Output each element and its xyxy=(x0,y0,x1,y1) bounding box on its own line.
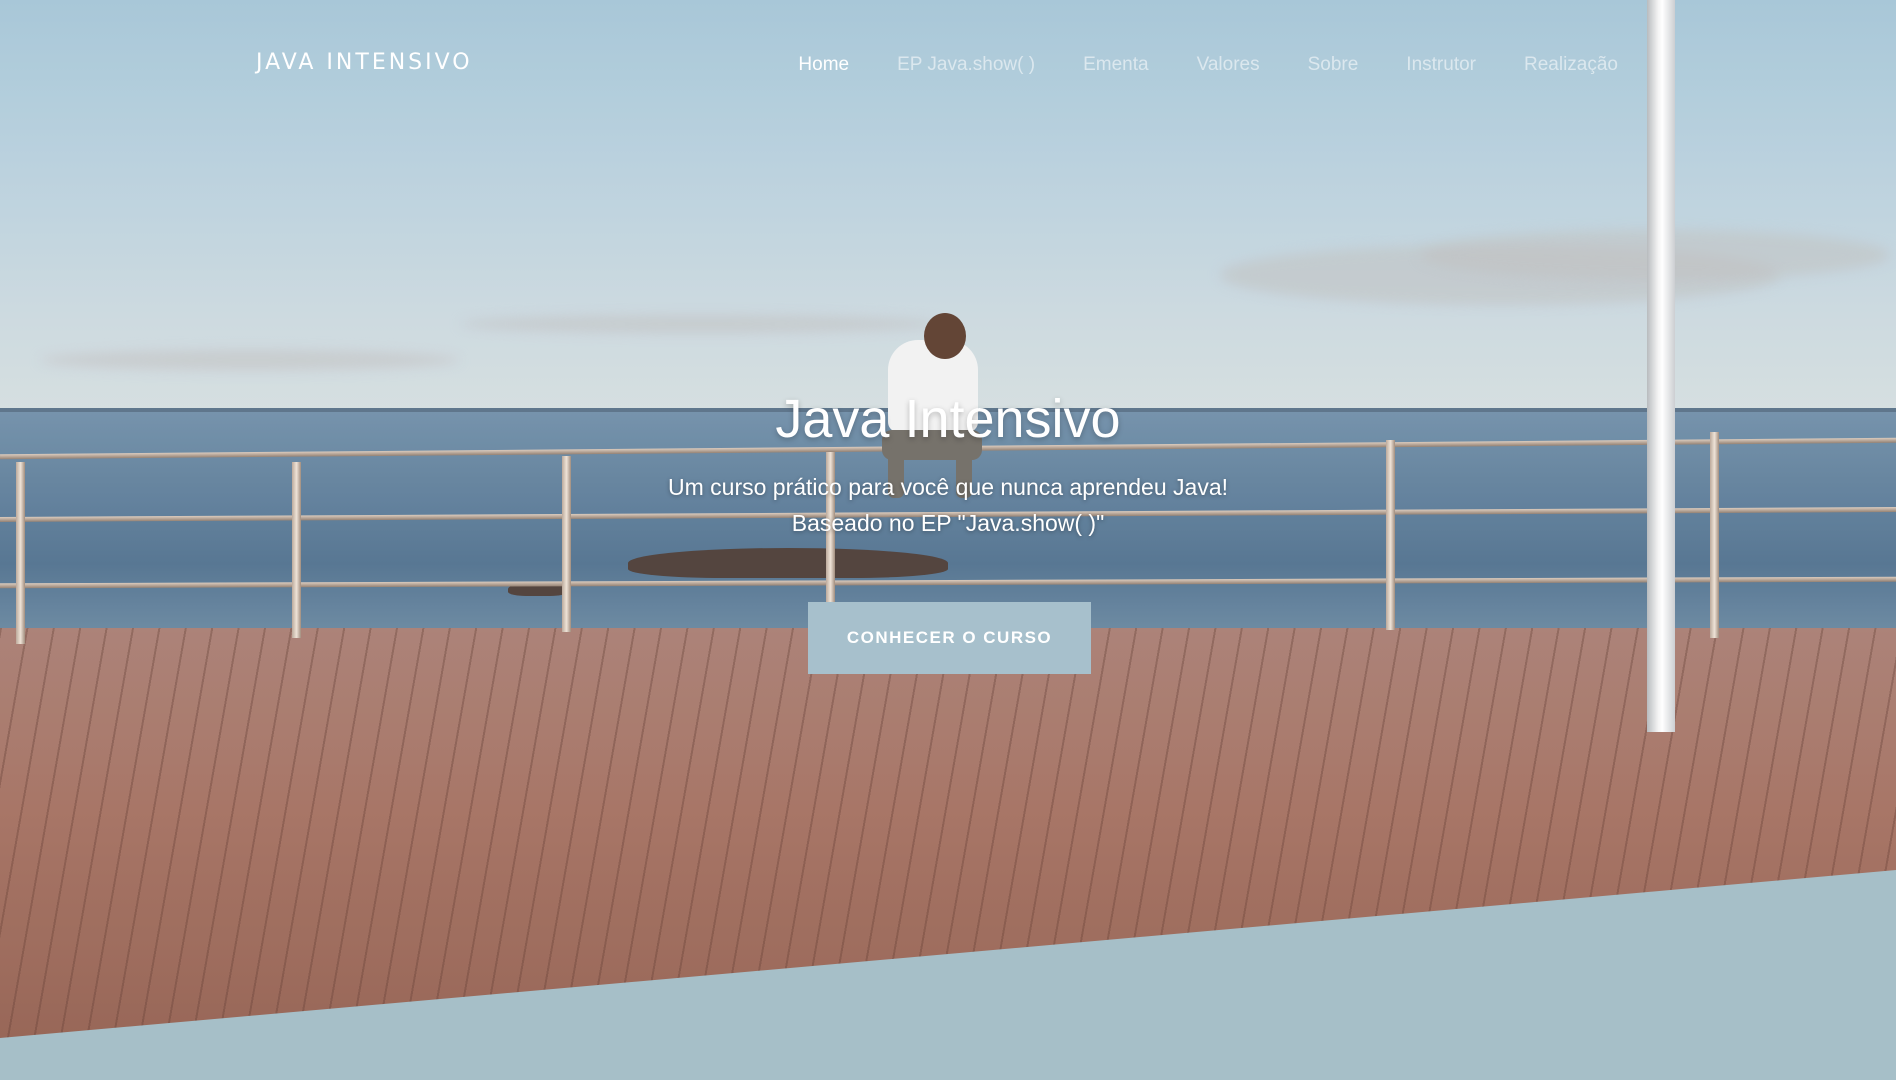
hero-title: Java Intensivo xyxy=(775,389,1121,449)
nav-item-valores[interactable]: Valores xyxy=(1197,54,1260,76)
nav-item-realizacao[interactable]: Realização xyxy=(1524,54,1618,76)
nav-item-ementa[interactable]: Ementa xyxy=(1083,54,1148,76)
nav-item-instrutor[interactable]: Instrutor xyxy=(1406,54,1476,76)
hero-subtitle-line2: Baseado no EP "Java.show( )" xyxy=(791,510,1105,536)
brand-logo[interactable]: JAVA INTENSIVO xyxy=(256,50,473,75)
nav-item-sobre[interactable]: Sobre xyxy=(1308,54,1359,76)
conhecer-curso-button[interactable]: CONHECER O CURSO xyxy=(808,602,1091,674)
nav-item-home[interactable]: Home xyxy=(798,54,849,76)
nav-item-ep-java-show[interactable]: EP Java.show( ) xyxy=(897,54,1035,76)
hero-subtitle-line1: Um curso prático para você que nunca apr… xyxy=(668,474,1228,500)
main-nav: Home EP Java.show( ) Ementa Valores Sobr… xyxy=(750,54,1618,76)
